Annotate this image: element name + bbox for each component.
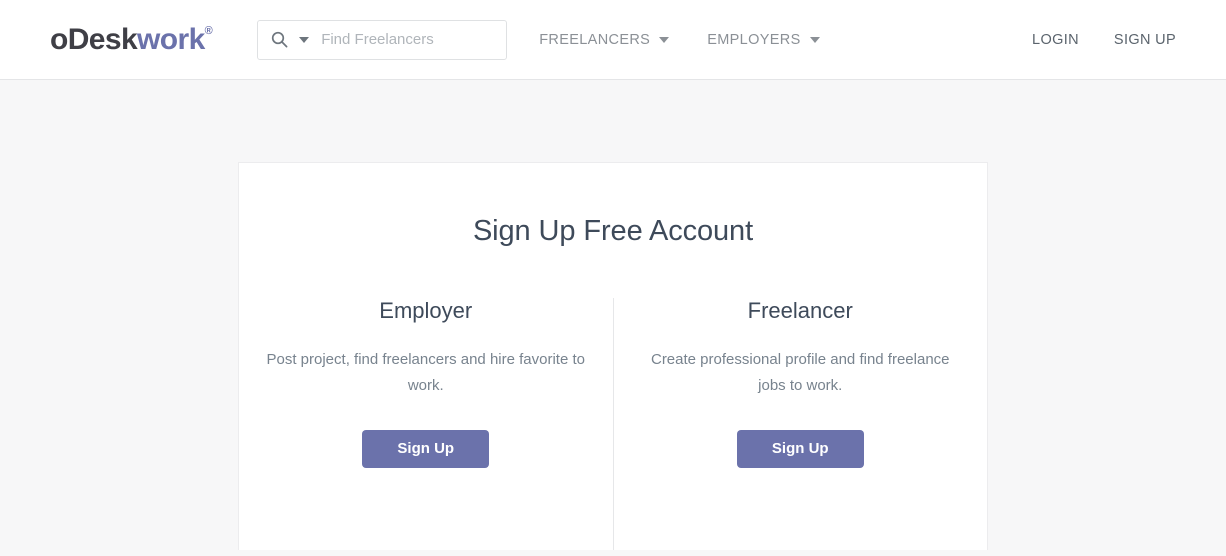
registered-trademark-icon: ® [204, 24, 213, 37]
signup-option-freelancer: Freelancer Create professional profile a… [612, 298, 988, 550]
search-category-chevron-down-icon[interactable] [299, 36, 310, 43]
option-description: Create professional profile and find fre… [650, 351, 950, 394]
logo-text-accent: work [137, 22, 205, 56]
signup-card: Sign Up Free Account Employer Post proje… [238, 162, 988, 550]
option-description: Post project, find freelancers and hire … [266, 351, 585, 394]
signup-link[interactable]: SIGN UP [1114, 32, 1176, 48]
search-icon [271, 31, 288, 48]
main-navigation: FREELANCERS EMPLOYERS [539, 31, 820, 48]
nav-item-employers[interactable]: EMPLOYERS [707, 31, 820, 48]
site-header: oDeskwork® FREELANCERS EMPLOYERS LOGIN S… [0, 0, 1226, 80]
site-logo[interactable]: oDesk work ® [50, 22, 213, 57]
search-input[interactable] [321, 31, 521, 48]
employer-signup-button[interactable]: Sign Up [362, 430, 490, 468]
login-link[interactable]: LOGIN [1032, 32, 1079, 48]
chevron-down-icon [809, 36, 820, 43]
nav-item-label: EMPLOYERS [707, 31, 801, 48]
auth-links: LOGIN SIGN UP [1032, 32, 1176, 48]
page-body: Sign Up Free Account Employer Post proje… [0, 80, 1226, 556]
page-title: Sign Up Free Account [472, 215, 754, 247]
chevron-down-icon [659, 36, 670, 43]
search-bar[interactable] [257, 19, 521, 60]
signup-options: Employer Post project, find freelancers … [239, 298, 987, 550]
logo-text-primary: oDesk [50, 22, 138, 56]
signup-option-employer: Employer Post project, find freelancers … [239, 298, 613, 550]
nav-item-freelancers[interactable]: FREELANCERS [539, 31, 670, 48]
nav-item-label: FREELANCERS [539, 31, 651, 48]
option-title: Freelancer [747, 298, 853, 323]
option-title: Employer [379, 298, 473, 323]
freelancer-signup-button[interactable]: Sign Up [736, 430, 864, 468]
